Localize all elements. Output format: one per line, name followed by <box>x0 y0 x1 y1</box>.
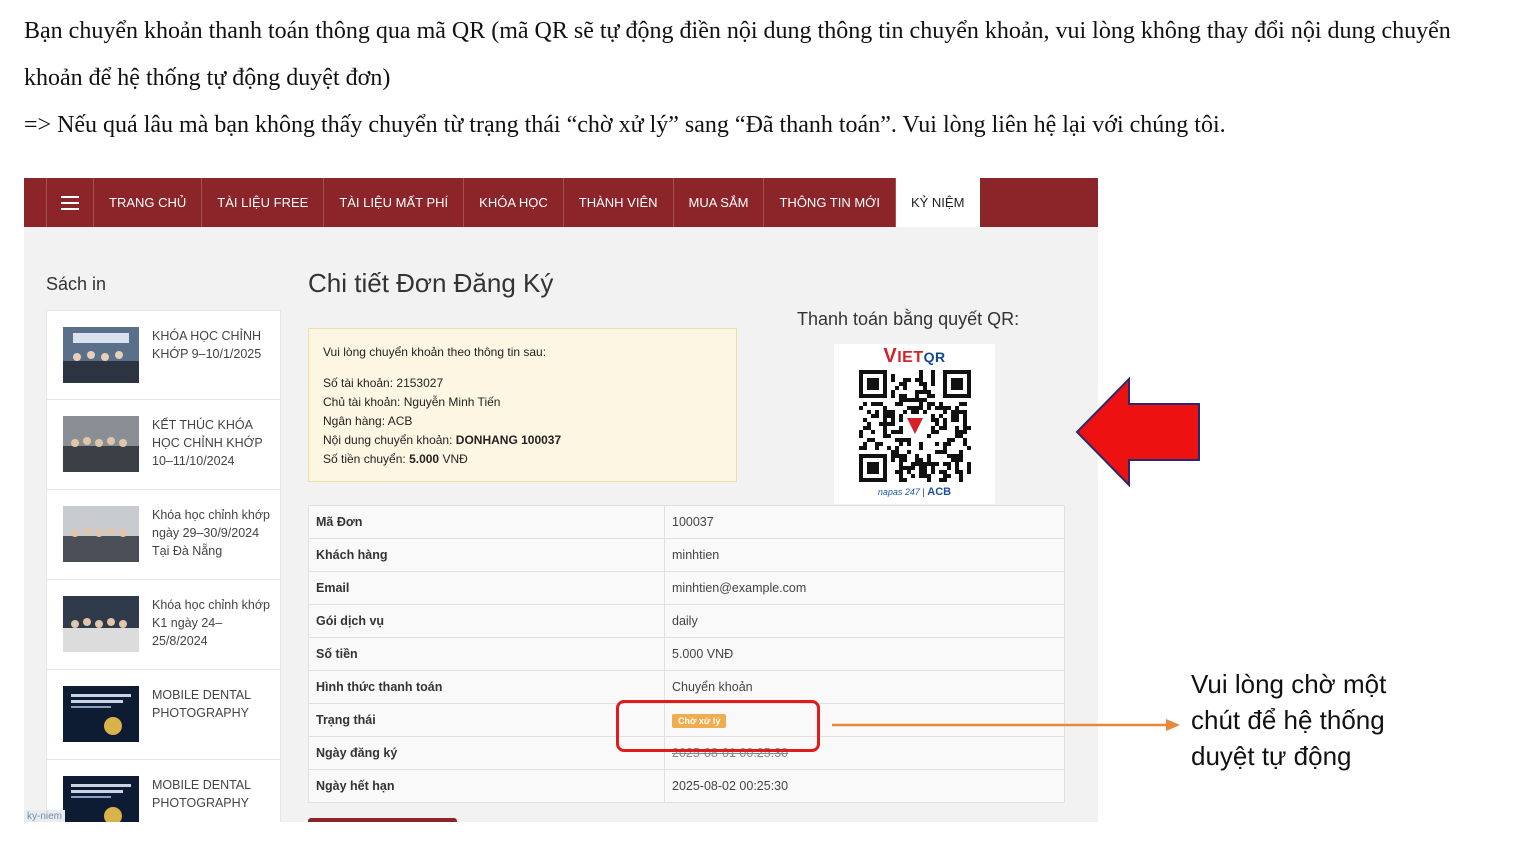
row-key: Gói dịch vụ <box>308 604 665 638</box>
group-photo-thumbnail <box>63 596 139 652</box>
sidebar-title: Sách in <box>46 274 107 294</box>
transfer-content-label: Nội dung chuyển khoản: <box>323 433 453 447</box>
sidebar-item[interactable]: MOBILE DENTAL PHOTOGRAPHY <box>46 760 281 822</box>
table-row: Ngày hết hạn 2025-08-02 00:25:30 <box>308 769 1065 803</box>
row-key: Ngày đăng ký <box>308 736 665 770</box>
sidebar-item[interactable]: KHÓA HỌC CHỈNH KHỚP 9–10/1/2025 <box>46 310 281 400</box>
row-value: Chuyển khoản <box>664 670 1065 704</box>
row-value: daily <box>664 604 1065 638</box>
account-holder-value: Nguyễn Minh Tiến <box>403 395 501 409</box>
row-key: Số tiền <box>308 637 665 671</box>
order-details-table: Mã Đơn 100037 Khách hàng minhtien Email min… <box>308 505 1065 803</box>
hamburger-icon <box>61 195 79 210</box>
transfer-lead: Vui lòng chuyển khoản theo thông tin sau… <box>323 345 547 359</box>
nav-item-courses[interactable]: KHÓA HỌC <box>464 178 564 227</box>
transfer-content-value: DONHANG 100037 <box>455 433 562 447</box>
transfer-amount-row: Số tiền chuyển: 5.000 VNĐ <box>323 450 722 469</box>
instruction-note: => Nếu quá lâu mà bạn không thấy chuyển … <box>24 112 1226 138</box>
nav-item-paid-docs[interactable]: TÀI LIỆU MẤT PHÍ <box>324 178 465 227</box>
group-photo-thumbnail <box>63 506 139 562</box>
table-row: Số tiền 5.000 VNĐ <box>308 637 1065 671</box>
nav-item-shop[interactable]: MUA SẮM <box>674 178 765 227</box>
sidebar-item-label: KHÓA HỌC CHỈNH KHỚP 9–10/1/2025 <box>152 329 262 361</box>
nav-item-memories[interactable]: KỶ NIỆM <box>895 178 981 227</box>
table-row: Hình thức thanh toán Chuyển khoản <box>308 670 1065 704</box>
qr-footer: napas 247 | ACB <box>834 486 995 498</box>
qr-card: VIETQR napas 247 | ACB <box>834 344 995 504</box>
table-row: Khách hàng minhtien <box>308 538 1065 572</box>
wait-note-line: Vui lòng chờ một <box>1191 669 1387 699</box>
main-navbar: TRANG CHỦ TÀI LIỆU FREE TÀI LIỆU MẤT PHÍ… <box>24 178 1098 227</box>
row-key: Email <box>308 571 665 605</box>
qr-title: Thanh toán bằng quyết QR: <box>797 309 1020 329</box>
sidebar-item-label: KẾT THÚC KHÓA HỌC CHỈNH KHỚP 10–11/10/20… <box>152 418 263 468</box>
vietqr-logo: VIETQR <box>834 345 995 368</box>
wait-note-line: chút để hệ thống <box>1191 705 1385 735</box>
sidebar-item-label: Khóa học chỉnh khớp K1 ngày 24–25/8/2024 <box>152 598 270 648</box>
row-key: Hình thức thanh toán <box>308 670 665 704</box>
transfer-info-box: Vui lòng chuyển khoản theo thông tin sau… <box>308 328 737 482</box>
account-holder-label: Chủ tài khoản: <box>323 395 401 409</box>
group-photo-thumbnail <box>63 416 139 472</box>
transfer-content-row: Nội dung chuyển khoản: DONHANG 100037 <box>323 431 722 450</box>
row-key: Mã Đơn <box>308 505 665 539</box>
table-row: Mã Đơn 100037 <box>308 505 1065 539</box>
sidebar-item[interactable]: Khóa học chỉnh khớp ngày 29–30/9/2024 Tạ… <box>46 490 281 580</box>
napas-logo: napas 247 <box>877 487 920 497</box>
vietqr-logo-v: V <box>883 345 898 367</box>
sidebar-item[interactable]: KẾT THÚC KHÓA HỌC CHỈNH KHỚP 10–11/10/20… <box>46 400 281 490</box>
row-key: Trạng thái <box>308 703 665 737</box>
sidebar-item[interactable]: Khóa học chỉnh khớp K1 ngày 24–25/8/2024 <box>46 580 281 670</box>
bank-label: Ngân hàng: <box>323 414 386 428</box>
nav-item-free-docs[interactable]: TÀI LIỆU FREE <box>202 178 325 227</box>
row-value: 100037 <box>664 505 1065 539</box>
nav-item-home[interactable]: TRANG CHỦ <box>94 178 203 227</box>
acb-logo: ACB <box>927 486 952 498</box>
transfer-currency: VNĐ <box>442 452 468 466</box>
row-value: minhtien <box>664 538 1065 572</box>
table-row: Email minhtien@example.com <box>308 571 1065 605</box>
transfer-amount-label: Số tiền chuyển: <box>323 452 406 466</box>
instruction-text: Bạn chuyển khoản thanh toán thông qua mã… <box>24 8 1504 149</box>
transfer-amount-value: 5.000 <box>409 452 440 466</box>
instruction-paragraph: Bạn chuyển khoản thanh toán thông qua mã… <box>24 18 1451 91</box>
page-tag: ky-niem <box>24 810 66 822</box>
action-button-edge[interactable] <box>308 818 457 822</box>
qr-footer-separator: | <box>922 487 925 497</box>
sidebar-item-label: MOBILE DENTAL PHOTOGRAPHY <box>152 778 251 810</box>
row-value: 2025-08-02 00:25:30 <box>664 769 1065 803</box>
bank-row: Ngân hàng: ACB <box>323 412 722 431</box>
vietqr-logo-iet: IET <box>897 349 924 366</box>
nav-item-members[interactable]: THÀNH VIÊN <box>564 178 674 227</box>
sidebar-item[interactable]: MOBILE DENTAL PHOTOGRAPHY <box>46 670 281 760</box>
book-cover-thumbnail <box>63 776 139 822</box>
row-value: 5.000 VNĐ <box>664 637 1065 671</box>
sidebar-item-label: MOBILE DENTAL PHOTOGRAPHY <box>152 688 251 720</box>
nav-item-news[interactable]: THÔNG TIN MỚI <box>764 178 896 227</box>
bank-value: ACB <box>387 414 413 428</box>
row-value: minhtien@example.com <box>664 571 1065 605</box>
account-number-row: Số tài khoản: 2153027 <box>323 374 722 393</box>
status-highlight-box <box>616 700 820 752</box>
account-holder-row: Chủ tài khoản: Nguyễn Minh Tiến <box>323 393 722 412</box>
book-cover-thumbnail <box>63 686 139 742</box>
account-number-value: 2153027 <box>396 376 444 390</box>
wait-note-line: duyệt tự động <box>1191 741 1352 771</box>
table-row: Gói dịch vụ daily <box>308 604 1065 638</box>
orange-pointer-arrow-icon <box>832 719 1180 731</box>
sidebar-list: KHÓA HỌC CHỈNH KHỚP 9–10/1/2025 KẾT THÚC… <box>46 310 281 822</box>
menu-button[interactable] <box>46 178 94 227</box>
group-photo-thumbnail <box>63 327 139 383</box>
row-key: Khách hàng <box>308 538 665 572</box>
sidebar-item-label: Khóa học chỉnh khớp ngày 29–30/9/2024 Tạ… <box>152 508 270 558</box>
red-arrow-pointing-left-icon <box>1075 376 1200 488</box>
wait-note: Vui lòng chờ một chút để hệ thống duyệt … <box>1191 666 1386 774</box>
vietqr-logo-qr: QR <box>923 349 946 365</box>
row-key: Ngày hết hạn <box>308 769 665 803</box>
qr-code-image[interactable] <box>859 370 971 482</box>
account-number-label: Số tài khoản: <box>323 376 394 390</box>
page-title: Chi tiết Đơn Đăng Ký <box>308 268 554 298</box>
